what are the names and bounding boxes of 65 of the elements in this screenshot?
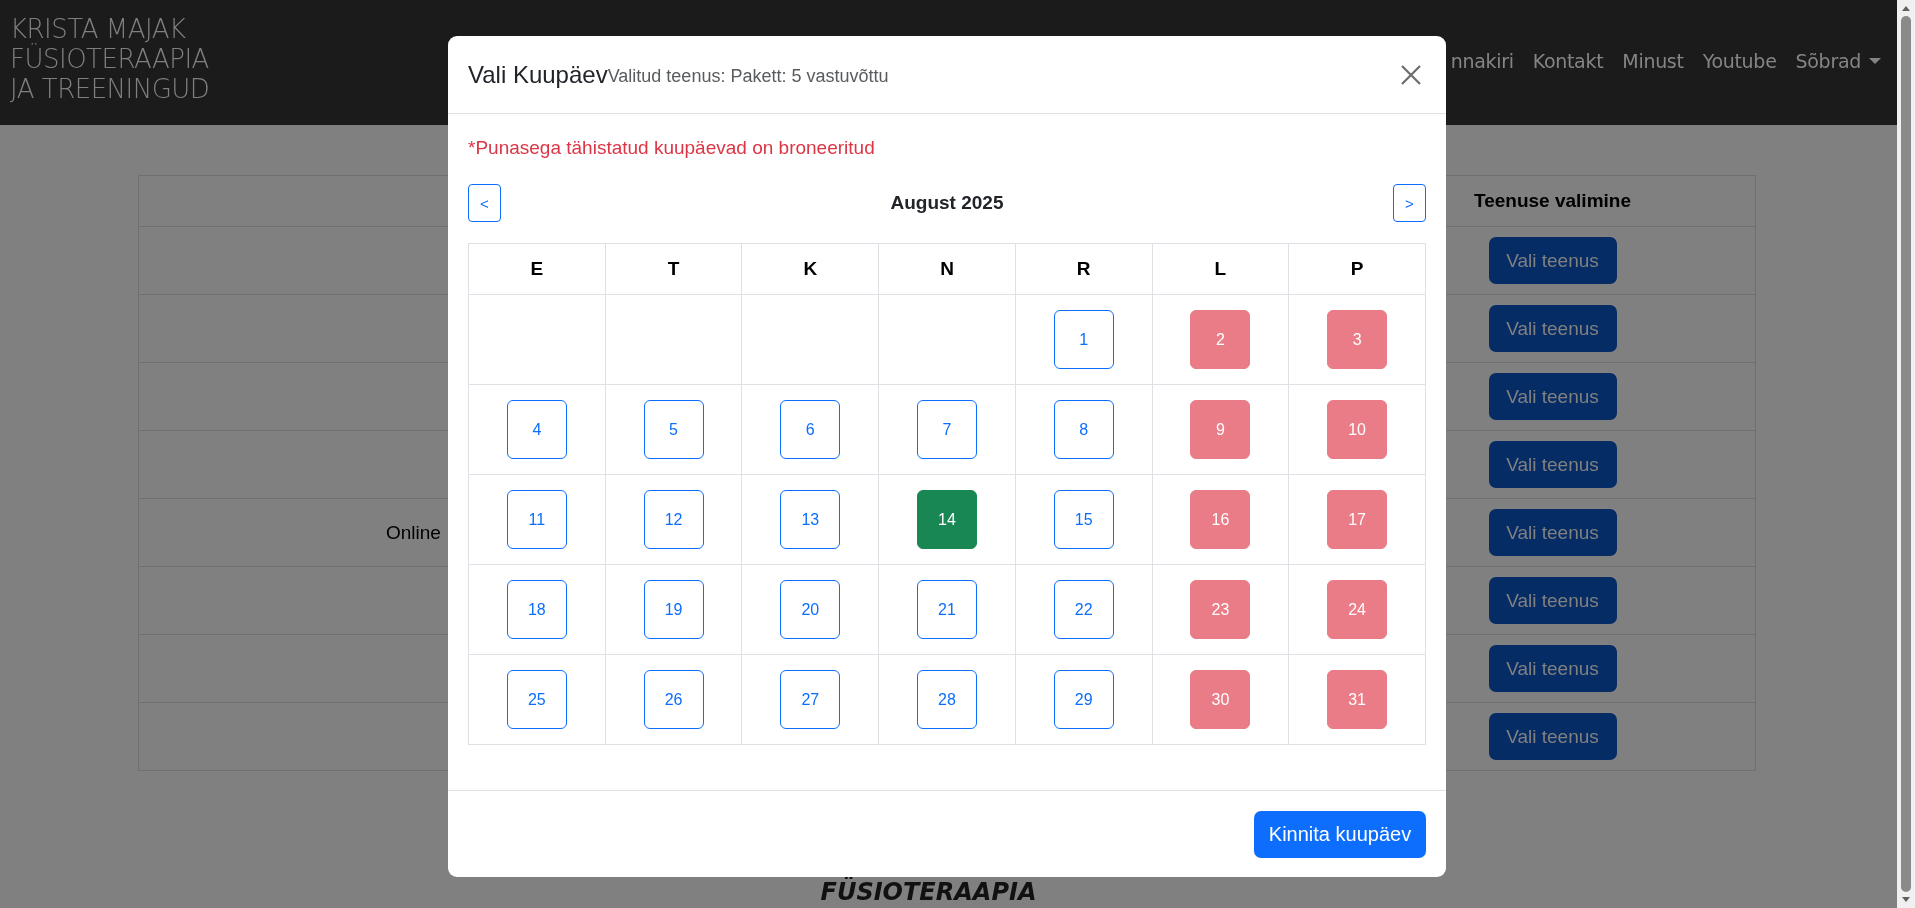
nav-link[interactable]: Youtube [1702, 50, 1777, 72]
select-service-button[interactable]: Vali teenus [1488, 373, 1617, 420]
day-button[interactable]: 20 [780, 580, 841, 639]
scroll-up-icon[interactable] [1901, 4, 1911, 12]
scrollbar-thumb[interactable] [1901, 16, 1911, 892]
weekday-header: T [605, 244, 743, 295]
weekday-header: N [879, 244, 1016, 295]
day-button[interactable]: 12 [643, 490, 704, 549]
table-cell-text: Online [386, 521, 441, 544]
weekday-header: P [1289, 244, 1426, 295]
day-button[interactable]: 26 [643, 670, 704, 729]
select-service-button[interactable]: Vali teenus [1488, 441, 1617, 488]
day-button[interactable]: 19 [643, 580, 704, 639]
booked-day-button[interactable]: 31 [1327, 670, 1388, 729]
nav-link[interactable]: Minust [1622, 50, 1684, 72]
day-button[interactable]: 6 [780, 400, 841, 459]
day-button[interactable]: 28 [917, 670, 977, 729]
booked-day-button[interactable]: 10 [1327, 400, 1388, 459]
site-logo-text[interactable]: KRISTA MAJAK FÜSIOTERAAPIA JA TREENINGUD [0, 0, 210, 104]
previous-month-button[interactable]: < [468, 184, 501, 222]
day-button[interactable]: 29 [1053, 670, 1114, 729]
booked-day-button[interactable]: 17 [1327, 490, 1388, 549]
booked-day-button[interactable]: 16 [1190, 490, 1251, 549]
booked-day-button[interactable]: 24 [1327, 580, 1388, 639]
day-button[interactable]: 1 [1053, 310, 1114, 369]
select-service-button[interactable]: Vali teenus [1488, 509, 1617, 556]
day-button[interactable]: 4 [506, 400, 567, 459]
nav-link[interactable]: Kontakt [1532, 50, 1604, 72]
booked-day-button[interactable]: 3 [1327, 310, 1388, 369]
day-button[interactable]: 18 [506, 580, 567, 639]
day-button[interactable]: 13 [780, 490, 841, 549]
nav-link[interactable]: nnakiri [1450, 50, 1514, 72]
day-button[interactable]: 8 [1053, 400, 1114, 459]
select-service-button[interactable]: Vali teenus [1488, 645, 1617, 692]
page-heading: FÜSIOTERAAPIA [819, 878, 1038, 906]
scroll-down-icon[interactable] [1901, 896, 1911, 904]
dialog-subtitle: Valitud teenus: Pakett: 5 vastuvõttu [607, 65, 889, 86]
month-title: August 2025 [890, 192, 1004, 214]
select-service-button[interactable]: Vali teenus [1488, 305, 1617, 352]
day-button[interactable]: 25 [506, 670, 567, 729]
booked-notice: *Punasega tähistatud kuupäevad on broneeritud [468, 136, 876, 160]
next-month-button[interactable]: > [1393, 184, 1426, 222]
dropdown-link[interactable]: Sõbrad [1795, 50, 1881, 72]
booked-day-button[interactable]: 30 [1190, 670, 1251, 729]
day-button[interactable]: 21 [917, 580, 977, 639]
day-button[interactable]: 27 [780, 670, 841, 729]
confirm-date-button[interactable]: Kinnita kuupäev [1254, 810, 1426, 858]
day-button[interactable]: 22 [1053, 580, 1114, 639]
select-service-button[interactable]: Vali teenus [1488, 237, 1617, 284]
select-service-button[interactable]: Vali teenus [1488, 577, 1617, 624]
select-service-button[interactable]: Vali teenus [1488, 713, 1617, 760]
caret-icon [1869, 58, 1881, 64]
booked-day-button[interactable]: 9 [1190, 400, 1251, 459]
weekday-header: R [1015, 244, 1153, 295]
booked-day-button[interactable]: 2 [1190, 310, 1251, 369]
weekday-header: E [469, 244, 606, 295]
day-button[interactable]: 5 [643, 400, 704, 459]
day-button[interactable]: 14 [917, 490, 977, 549]
booked-day-button[interactable]: 23 [1190, 580, 1251, 639]
weekday-header: L [1152, 244, 1290, 295]
dialog-title: Vali Kuupäev [468, 60, 608, 89]
day-button[interactable]: 11 [506, 490, 567, 549]
weekday-header: K [742, 244, 880, 295]
day-button[interactable]: 15 [1053, 490, 1114, 549]
day-button[interactable]: 7 [917, 400, 977, 459]
